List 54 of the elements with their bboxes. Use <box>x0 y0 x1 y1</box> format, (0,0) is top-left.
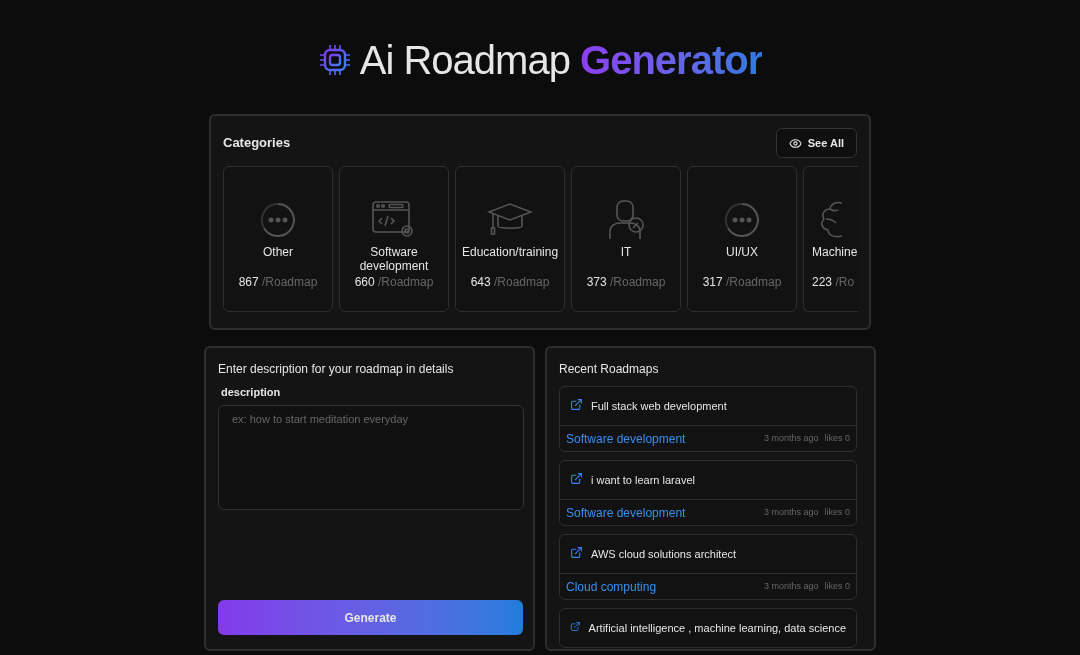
see-all-button[interactable]: See All <box>775 128 857 158</box>
external-link-icon <box>570 545 583 559</box>
category-card[interactable]: IT 373 /Roadmap <box>571 166 681 312</box>
likes-count: likes 0 <box>824 579 850 593</box>
category-card[interactable]: Software development 660 /Roadmap <box>339 166 449 312</box>
description-label: description <box>221 385 282 400</box>
category-count: 373 /Roadmap <box>586 274 666 291</box>
roadmap-card[interactable]: i want to learn laravel Software development 3 months ago likes 0 <box>559 460 857 526</box>
category-name: Education/training <box>462 245 558 261</box>
categories-heading: Categories <box>223 134 291 153</box>
external-link-icon <box>570 397 583 411</box>
category-card[interactable]: Other 867 /Roadmap <box>223 166 333 312</box>
category-card[interactable]: Education/training 643 /Roadmap <box>455 166 565 312</box>
category-count: 223 /Ro <box>811 274 855 291</box>
technician-icon <box>606 199 646 241</box>
category-link[interactable]: Cloud computing <box>566 577 657 596</box>
roadmap-title: Artificial intelligence , machine learning, data science <box>588 620 846 636</box>
likes-count: likes 0 <box>824 431 850 445</box>
category-name: UI/UX <box>725 245 759 261</box>
brain-icon <box>820 199 842 239</box>
category-card[interactable]: UI/UX 317 /Roadmap <box>687 166 797 312</box>
category-count: 660 /Roadmap <box>354 274 434 291</box>
ellipsis-circle-icon <box>723 201 761 239</box>
roadmap-card[interactable]: Artificial intelligence , machine learning, data science <box>559 608 857 648</box>
recent-heading: Recent Roadmaps <box>559 361 660 378</box>
time-ago: 3 months ago <box>763 431 819 445</box>
generate-button[interactable]: Generate <box>218 600 523 635</box>
roadmap-card[interactable]: AWS cloud solutions architect Cloud computing 3 months ago likes 0 <box>559 534 857 600</box>
roadmap-title: i want to learn laravel <box>591 472 695 488</box>
category-count: 317 /Roadmap <box>702 274 782 291</box>
category-name: Machine <box>811 245 858 259</box>
time-ago: 3 months ago <box>763 579 819 593</box>
category-count: 867 /Roadmap <box>238 274 318 291</box>
time-ago: 3 months ago <box>763 505 819 519</box>
category-count: 643 /Roadmap <box>470 274 550 291</box>
description-field[interactable]: ex: how to start meditation everyday <box>218 404 524 510</box>
category-name: Software development <box>358 245 430 273</box>
category-name: IT <box>619 245 633 261</box>
category-link[interactable]: Software development <box>566 429 686 448</box>
category-card[interactable]: Machine 223 /Ro <box>803 166 858 312</box>
external-link-icon <box>570 619 581 633</box>
graduation-cap-icon <box>487 202 533 238</box>
app-title: Ai Roadmap Generator <box>359 40 763 80</box>
roadmap-title: AWS cloud solutions architect <box>591 546 737 562</box>
external-link-icon <box>570 471 583 485</box>
eye-icon <box>788 136 802 150</box>
form-heading: Enter description for your roadmap in details <box>218 361 455 378</box>
chip-icon <box>317 43 352 77</box>
roadmap-title: Full stack web development <box>591 398 727 414</box>
category-name: Other <box>262 245 294 261</box>
ellipsis-circle-icon <box>259 201 297 239</box>
category-link[interactable]: Software development <box>566 503 686 522</box>
likes-count: likes 0 <box>824 505 850 519</box>
roadmap-card[interactable]: Full stack web development Software development 3 months ago likes 0 <box>559 386 857 452</box>
